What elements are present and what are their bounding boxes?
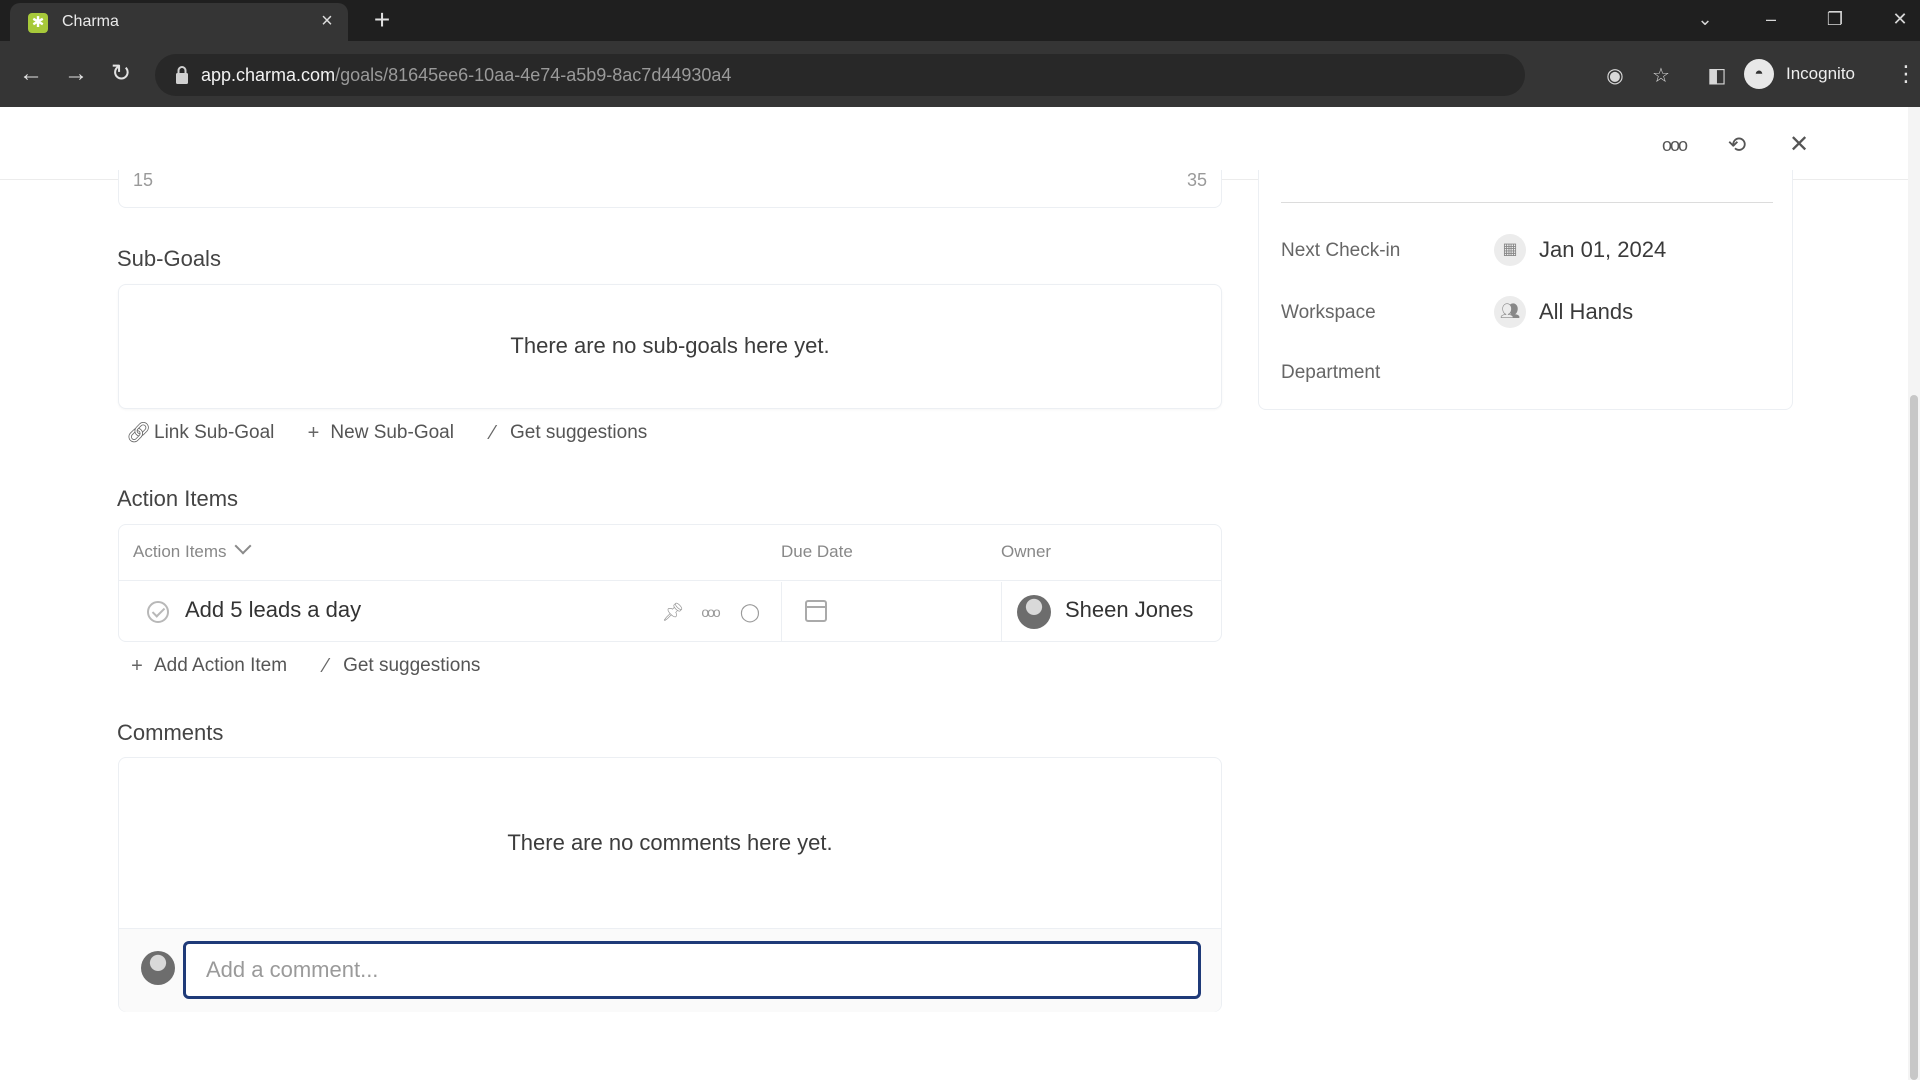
close-window-button[interactable]: ✕ bbox=[1880, 4, 1920, 34]
browser-menu-icon[interactable]: ⋮ bbox=[1895, 59, 1917, 89]
side-panel-icon[interactable]: ◧ bbox=[1704, 63, 1730, 89]
subgoals-title: Sub-Goals bbox=[117, 246, 221, 271]
next-checkin-value[interactable]: Jan 01, 2024 bbox=[1539, 237, 1666, 263]
action-item-suggestions-label: Get suggestions bbox=[343, 655, 481, 676]
close-panel-icon[interactable]: ✕ bbox=[1783, 129, 1815, 161]
subgoals-empty-text: There are no sub-goals here yet. bbox=[510, 333, 830, 358]
subgoals-card: There are no sub-goals here yet. bbox=[118, 284, 1222, 409]
url-text: app.charma.com/goals/81645ee6-10aa-4e74-… bbox=[201, 65, 731, 86]
comment-input[interactable] bbox=[183, 941, 1201, 999]
plus-icon: + bbox=[131, 655, 143, 677]
column-divider bbox=[1001, 582, 1002, 642]
add-action-item-button[interactable]: + Add Action Item bbox=[126, 655, 287, 677]
subgoals-actions: 🔗︎ Link Sub-Goal + New Sub-Goal ⁄ Get su… bbox=[126, 419, 675, 447]
browser-tab-strip: ✱ Charma × + ⌄ – ❐ ✕ bbox=[0, 0, 1920, 41]
due-date-calendar-icon[interactable] bbox=[805, 600, 827, 622]
column-header-due-date: Due Date bbox=[781, 542, 853, 561]
history-icon[interactable]: ⟲ bbox=[1721, 129, 1753, 161]
comments-card: There are no comments here yet. bbox=[118, 757, 1222, 1012]
reload-icon[interactable]: ↻ bbox=[106, 59, 136, 89]
incognito-label: Incognito bbox=[1786, 64, 1855, 83]
browser-toolbar: ← → ↻ app.charma.com/goals/81645ee6-10aa… bbox=[0, 41, 1920, 107]
comments-title: Comments bbox=[117, 720, 224, 745]
subgoal-suggestions-button[interactable]: ⁄ Get suggestions bbox=[482, 422, 647, 444]
comment-composer bbox=[119, 928, 1221, 1012]
action-item-suggestions-button[interactable]: ⁄ Get suggestions bbox=[315, 655, 480, 677]
browser-tab[interactable]: ✱ Charma × bbox=[10, 3, 348, 41]
action-items-title: Action Items bbox=[117, 486, 239, 511]
divider bbox=[1281, 202, 1773, 203]
comments-empty-text: There are no comments here yet. bbox=[507, 830, 833, 855]
pin-icon[interactable]: 📌︎ bbox=[660, 599, 686, 625]
magic-wand-icon: ⁄ bbox=[491, 422, 495, 444]
chevron-down-icon bbox=[234, 537, 252, 555]
minimize-window-button[interactable]: – bbox=[1751, 4, 1791, 34]
new-subgoal-button[interactable]: + New Sub-Goal bbox=[302, 422, 454, 444]
workspace-value[interactable]: All Hands bbox=[1539, 299, 1633, 325]
address-bar[interactable]: app.charma.com/goals/81645ee6-10aa-4e74-… bbox=[155, 54, 1670, 96]
add-action-item-label: Add Action Item bbox=[154, 655, 288, 676]
incognito-profile-button[interactable]: ◓ Incognito bbox=[1744, 56, 1855, 92]
url-host: app.charma.com bbox=[201, 65, 336, 85]
tab-search-chevron-icon[interactable]: ⌄ bbox=[1685, 4, 1725, 34]
goal-details-panel: Next Check-in ▦ Jan 01, 2024 Workspace 👥… bbox=[1258, 170, 1793, 410]
column-header-action-items[interactable]: Action Items bbox=[133, 537, 252, 562]
column-divider bbox=[781, 582, 782, 642]
complete-checkbox-icon[interactable] bbox=[147, 601, 169, 623]
people-icon: 👥︎ bbox=[1494, 296, 1526, 328]
progress-target-value: 35 bbox=[1186, 170, 1207, 190]
calendar-icon: ▦ bbox=[1494, 234, 1526, 266]
link-subgoal-button[interactable]: 🔗︎ Link Sub-Goal bbox=[126, 422, 274, 444]
scrollbar-thumb[interactable] bbox=[1910, 395, 1918, 1080]
new-tab-button[interactable]: + bbox=[368, 6, 396, 34]
subgoal-suggestions-label: Get suggestions bbox=[509, 422, 648, 443]
link-icon: 🔗︎ bbox=[126, 422, 152, 444]
comment-bubble-icon[interactable]: ◯ bbox=[737, 599, 763, 625]
url-path: /goals/81645ee6-10aa-4e74-a5b9-8ac7d4493… bbox=[335, 65, 732, 85]
new-subgoal-label: New Sub-Goal bbox=[330, 422, 454, 443]
owner-avatar bbox=[1017, 595, 1051, 629]
tab-title: Charma bbox=[62, 13, 119, 30]
bookmark-star-icon[interactable]: ☆ bbox=[1648, 63, 1674, 89]
column-header-owner: Owner bbox=[1001, 542, 1052, 561]
owner-name[interactable]: Sheen Jones bbox=[1065, 597, 1193, 623]
plus-icon: + bbox=[307, 422, 320, 444]
table-row[interactable]: Add 5 leads a day 📌︎ ooo ◯ Sheen Jones bbox=[119, 582, 1221, 642]
action-item-title[interactable]: Add 5 leads a day bbox=[185, 597, 361, 623]
table-header: Action Items Due Date Owner bbox=[119, 525, 1221, 581]
tab-close-icon[interactable]: × bbox=[316, 10, 338, 32]
next-checkin-label: Next Check-in bbox=[1281, 240, 1401, 261]
action-items-table: Action Items Due Date Owner Add 5 leads … bbox=[118, 524, 1222, 642]
workspace-label: Workspace bbox=[1281, 302, 1376, 323]
department-label: Department bbox=[1281, 362, 1381, 383]
more-options-icon[interactable]: ooo bbox=[1658, 129, 1690, 161]
back-arrow-icon[interactable]: ← bbox=[16, 59, 46, 89]
progress-start-value: 15 bbox=[133, 170, 154, 190]
forward-arrow-icon[interactable]: → bbox=[61, 59, 91, 89]
tracking-protection-eye-icon[interactable]: ◉ bbox=[1602, 63, 1628, 89]
restore-window-button[interactable]: ❐ bbox=[1815, 4, 1855, 34]
current-user-avatar bbox=[141, 951, 175, 985]
column-header-label: Action Items bbox=[133, 542, 227, 561]
link-subgoal-label: Link Sub-Goal bbox=[154, 422, 275, 443]
incognito-icon: ◓ bbox=[1744, 59, 1774, 89]
charma-favicon-icon: ✱ bbox=[28, 13, 48, 33]
action-items-actions: + Add Action Item ⁄ Get suggestions bbox=[126, 652, 508, 680]
more-options-icon[interactable]: ooo bbox=[697, 599, 723, 625]
progress-card: 15 35 bbox=[118, 170, 1222, 208]
magic-wand-icon: ⁄ bbox=[324, 655, 328, 677]
lock-icon bbox=[176, 66, 188, 84]
